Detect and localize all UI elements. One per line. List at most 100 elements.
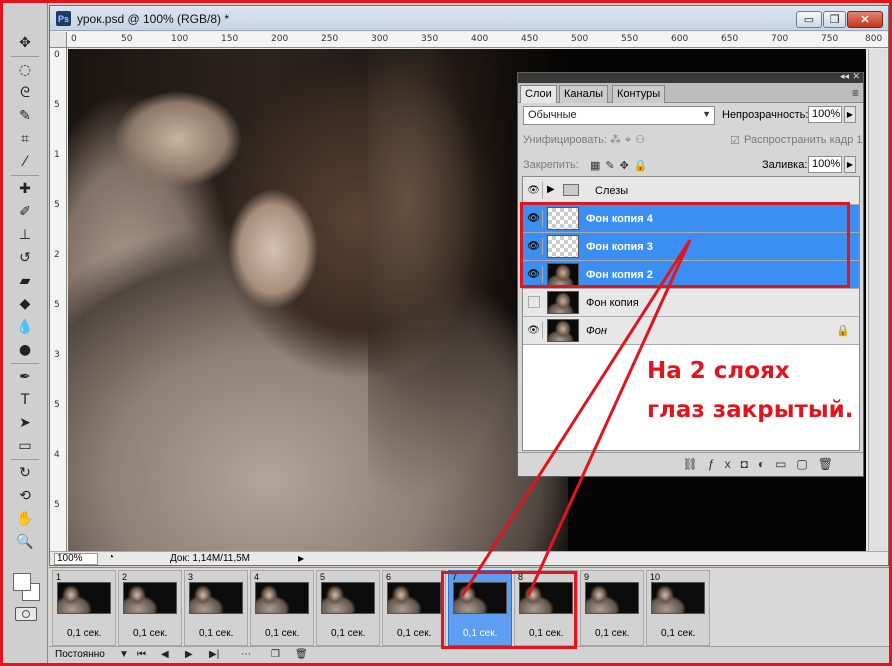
pen-tool-icon[interactable]: ✒ [12, 367, 38, 387]
layer-name: Фон [586, 325, 607, 337]
panel-menu-icon[interactable]: ≡ [852, 86, 859, 100]
frame-delay[interactable]: 0,1 сек. [661, 628, 695, 639]
propagate-checkbox[interactable]: ☑ [730, 134, 740, 147]
ruler-tick-label: 250 [321, 34, 339, 44]
animation-frame[interactable]: 10 0,1 сек. [646, 570, 710, 646]
eye-icon[interactable]: 👁 [525, 238, 543, 255]
rectangle-tool-icon[interactable]: ▭ [12, 436, 38, 456]
tab-paths[interactable]: Контуры [612, 85, 666, 103]
move-tool-icon[interactable]: ✥ [12, 33, 38, 53]
clone-stamp-tool-icon[interactable]: ⊥ [12, 225, 38, 245]
dodge-tool-icon[interactable]: ● [12, 340, 38, 360]
layer-row[interactable]: 👁 Фон копия 3 [523, 233, 859, 261]
path-selection-tool-icon[interactable]: ➤ [12, 413, 38, 433]
opacity-slider-arrow-icon[interactable]: ▶ [844, 106, 856, 123]
animation-frame[interactable]: 8 0,1 сек. [514, 570, 578, 646]
frame-delay[interactable]: 0,1 сек. [199, 628, 233, 639]
status-arrow-icon[interactable]: ▶ [298, 554, 304, 563]
lock-label: Закрепить: [523, 159, 579, 171]
loop-select[interactable]: Постоянно [55, 649, 105, 660]
frame-number: 4 [254, 572, 260, 582]
type-tool-icon[interactable]: T [12, 390, 38, 410]
animation-frame-selected[interactable]: 7 0,1 сек. [448, 570, 512, 646]
status-menu-icon[interactable]: ◔ [108, 552, 114, 563]
animation-frame[interactable]: 2 0,1 сек. [118, 570, 182, 646]
frame-delay[interactable]: 0,1 сек. [529, 628, 563, 639]
first-frame-icon[interactable]: ⏮ [137, 649, 146, 660]
fill-slider-arrow-icon[interactable]: ▶ [844, 156, 856, 173]
tab-layers[interactable]: Слои [520, 85, 557, 103]
ruler-tick-label: 600 [671, 34, 689, 44]
blend-mode-select[interactable]: Обычные ▼ [523, 106, 715, 125]
ruler-corner[interactable] [50, 32, 67, 48]
zoom-field[interactable]: 100% [54, 553, 98, 565]
layer-row[interactable]: 👁 Фон копия 4 [523, 205, 859, 233]
delete-frame-icon[interactable]: 🗑 [295, 649, 308, 660]
next-frame-icon[interactable]: ▶| [209, 649, 219, 660]
fill-input[interactable]: 100% [808, 156, 842, 173]
paint-bucket-tool-icon[interactable]: ◆ [12, 294, 38, 314]
minimize-button[interactable]: ▭ [796, 11, 822, 28]
unify-icons[interactable]: ⁂⌖⚇ [610, 133, 649, 147]
animation-frame[interactable]: 9 0,1 сек. [580, 570, 644, 646]
history-brush-tool-icon[interactable]: ↺ [12, 248, 38, 268]
frame-delay[interactable]: 0,1 сек. [133, 628, 167, 639]
marquee-tool-icon[interactable]: ◌ [12, 60, 38, 80]
frame-number: 10 [650, 572, 661, 582]
close-button[interactable]: ✕ [847, 11, 883, 28]
ruler-tick-label: 50 [121, 34, 133, 44]
3d-rotate-tool-icon[interactable]: ↻ [12, 463, 38, 483]
opacity-input[interactable]: 100% [808, 106, 842, 123]
lasso-tool-icon[interactable]: ᘓ [12, 83, 38, 103]
crop-tool-icon[interactable]: ⌗ [12, 129, 38, 149]
ruler-horizontal[interactable]: 0 50 100 150 200 250 300 350 400 450 500… [67, 32, 888, 48]
animation-frame[interactable]: 6 0,1 сек. [382, 570, 446, 646]
eye-icon[interactable]: 👁 [525, 266, 543, 283]
layer-row-background[interactable]: 👁 Фон 🔒 [523, 317, 859, 345]
chevron-down-icon[interactable]: ▼ [119, 649, 129, 660]
frame-delay[interactable]: 0,1 сек. [331, 628, 365, 639]
panel-close-icon[interactable]: ✕ [852, 71, 860, 82]
3d-orbit-tool-icon[interactable]: ⟲ [12, 486, 38, 506]
frame-delay[interactable]: 0,1 сек. [397, 628, 431, 639]
quick-select-tool-icon[interactable]: ✎ [12, 106, 38, 126]
tween-icon[interactable]: ⋯ [241, 649, 251, 660]
eraser-tool-icon[interactable]: ▰ [12, 271, 38, 291]
animation-frame[interactable]: 5 0,1 сек. [316, 570, 380, 646]
zoom-tool-icon[interactable]: 🔍 [12, 532, 38, 552]
quick-mask-button[interactable] [15, 607, 37, 621]
restore-button[interactable]: ❐ [823, 11, 846, 28]
blur-tool-icon[interactable]: 💧 [12, 317, 38, 337]
animation-frame[interactable]: 3 0,1 сек. [184, 570, 248, 646]
vertical-scrollbar[interactable] [868, 49, 887, 551]
frame-delay[interactable]: 0,1 сек. [265, 628, 299, 639]
brush-tool-icon[interactable]: ✐ [12, 202, 38, 222]
duplicate-frame-icon[interactable]: ❐ [271, 649, 280, 660]
prev-frame-icon[interactable]: ◀ [161, 649, 169, 660]
play-icon[interactable]: ▶ [185, 649, 193, 660]
document-titlebar[interactable]: Ps урок.psd @ 100% (RGB/8) * ▭ ❐ ✕ [50, 6, 888, 31]
hidden-eye-box[interactable] [528, 296, 540, 308]
eyedropper-tool-icon[interactable]: ⁄ [12, 152, 38, 172]
hand-tool-icon[interactable]: ✋ [12, 509, 38, 529]
layer-row[interactable]: 👁 Фон копия 2 [523, 261, 859, 289]
frame-delay[interactable]: 0,1 сек. [463, 628, 497, 639]
frame-delay[interactable]: 0,1 сек. [67, 628, 101, 639]
eye-icon[interactable]: 👁 [525, 182, 543, 199]
ruler-vertical[interactable]: 0 5 1 5 2 5 3 5 4 5 [50, 48, 67, 552]
eye-icon[interactable]: 👁 [525, 322, 543, 339]
healing-brush-tool-icon[interactable]: ✚ [12, 179, 38, 199]
foreground-color-swatch[interactable] [13, 573, 31, 591]
layer-row-group[interactable]: 👁 ▶ Слезы [523, 177, 859, 205]
animation-frame[interactable]: 1 0,1 сек. [52, 570, 116, 646]
frame-delay[interactable]: 0,1 сек. [595, 628, 629, 639]
layer-row[interactable]: Фон копия [523, 289, 859, 317]
layer-actions-icons[interactable]: ⛓ƒx◘◐▭▢🗑 [683, 457, 843, 471]
lock-options-icons[interactable]: ▦✎✥🔒 [590, 159, 653, 172]
animation-frame[interactable]: 4 0,1 сек. [250, 570, 314, 646]
tab-channels[interactable]: Каналы [559, 85, 609, 103]
expand-arrow-icon[interactable]: ▶ [547, 184, 555, 195]
collapse-icon[interactable]: ◂◂ [840, 71, 849, 82]
eye-icon[interactable]: 👁 [525, 210, 543, 227]
panel-header[interactable]: ◂◂ ✕ [518, 71, 863, 83]
